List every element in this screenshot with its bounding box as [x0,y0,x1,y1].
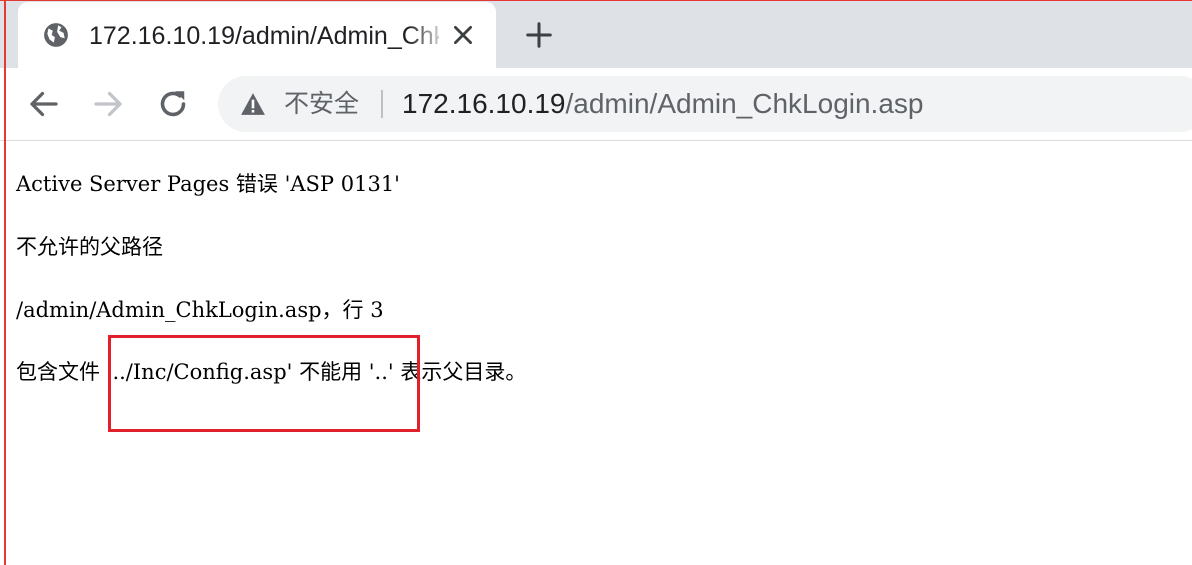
frame-border-top [0,0,1192,1]
close-icon[interactable] [450,22,476,48]
tab-title-fade [408,18,448,54]
tab-title: 172.16.10.19/admin/Admin_ChkLogin.asp [89,22,439,50]
security-status-label[interactable]: 不安全 [284,85,359,123]
reload-icon[interactable] [155,86,191,122]
warning-icon[interactable] [240,92,266,116]
error-title: Active Server Pages 错误 'ASP 0131' [16,172,400,196]
omnibox-divider [381,90,383,118]
error-location: /admin/Admin_ChkLogin.asp，行 3 [16,298,384,322]
address-bar[interactable]: 不安全 172.16.10.19/admin/Admin_ChkLogin.as… [218,76,1192,132]
browser-toolbar: 不安全 172.16.10.19/admin/Admin_ChkLogin.as… [0,68,1192,140]
frame-border-left [4,0,6,565]
annotation-highlight-box [108,335,420,432]
tab-active[interactable]: 172.16.10.19/admin/Admin_ChkLogin.asp [18,2,496,68]
toolbar-divider [0,140,1192,141]
url-host: 172.16.10.19 [402,88,566,119]
error-message: 不允许的父路径 [16,235,163,259]
url-path: /admin/Admin_ChkLogin.asp [565,88,924,119]
arrow-right-icon[interactable] [90,86,126,122]
tab-strip: 172.16.10.19/admin/Admin_ChkLogin.asp [0,0,1192,68]
globe-icon [44,23,68,47]
url-text[interactable]: 172.16.10.19/admin/Admin_ChkLogin.asp [402,85,923,123]
plus-icon[interactable] [524,20,554,50]
arrow-left-icon[interactable] [26,86,62,122]
